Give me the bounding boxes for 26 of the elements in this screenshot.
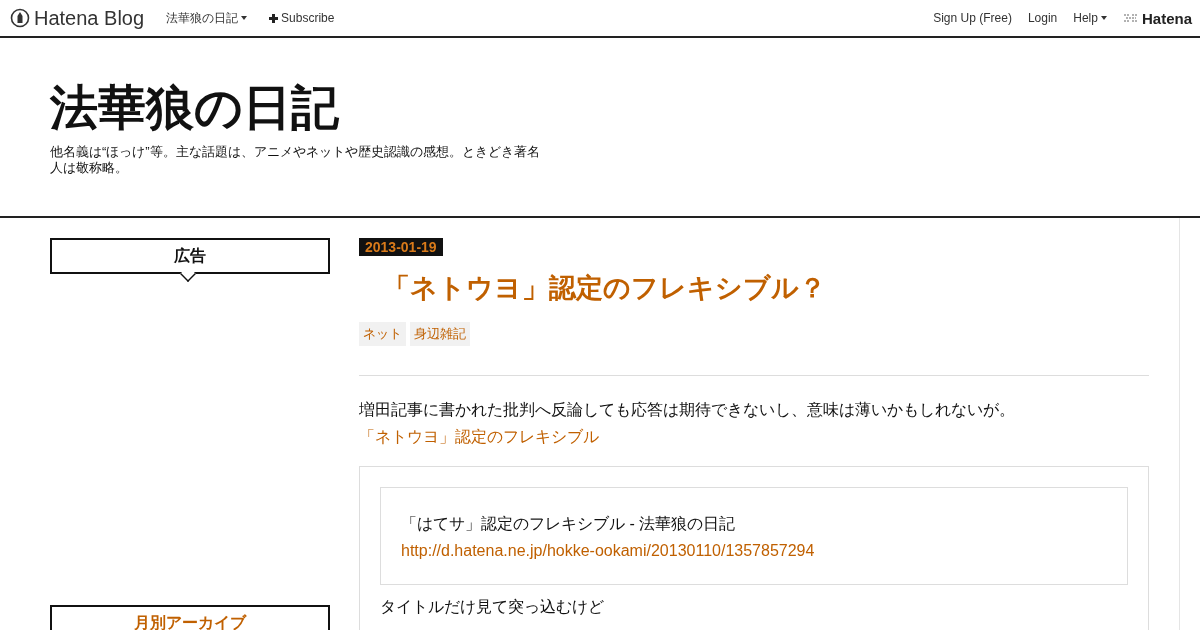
entry-date[interactable]: 2013-01-19 (359, 238, 443, 256)
plus-icon (269, 13, 279, 23)
entry-text: 増田記事に書かれた批判へ反論しても応答は期待できないし、意味は薄いかもしれないが。 (359, 400, 1016, 420)
entry-title[interactable]: 「ネトウヨ」認定のフレキシブル？ (383, 270, 1149, 306)
logo-text: Hatena Blog (34, 6, 145, 30)
embed-url[interactable]: http://d.hatena.ne.jp/hokke-ookami/20130110/1357857294 (401, 537, 1107, 564)
category-tag[interactable]: ネット (359, 322, 406, 346)
caret-icon (241, 16, 248, 20)
blog-title[interactable]: 法華狼の日記 (50, 80, 1200, 136)
caret-icon (1100, 16, 1107, 20)
blog-menu[interactable]: 法華狼の日記 (166, 9, 248, 27)
hatena-logo[interactable]: Hatena (1122, 9, 1192, 27)
subscribe-link[interactable]: Subscribe (269, 11, 335, 25)
nav-link[interactable]: Sign Up (Free) (933, 11, 1012, 25)
category-tag[interactable]: 身辺雑記 (410, 322, 470, 346)
embed-title: 「はてサ」認定のフレキシブル - 法華狼の日記 (401, 514, 737, 534)
blog-description: 他名義は“ほっけ”等。主な話題は、アニメやネットや歴史認識の感想。ときどき著名人は敬称略。 (50, 144, 541, 176)
quote-text: タイトルだけ見て突っ込むけど (380, 597, 605, 617)
entry-link[interactable]: 「ネトウヨ」認定のフレキシブル (359, 423, 599, 450)
help-menu[interactable]: Help (1073, 11, 1107, 25)
pen-logo-icon (10, 8, 30, 28)
nav-link[interactable]: Login (1027, 11, 1058, 25)
logo[interactable]: Hatena Blog (10, 6, 145, 30)
brand-text: Hatena (1141, 9, 1192, 27)
brand-mark-icon (1122, 13, 1139, 23)
sidebar-module-title[interactable]: 月別アーカイブ (50, 605, 330, 630)
